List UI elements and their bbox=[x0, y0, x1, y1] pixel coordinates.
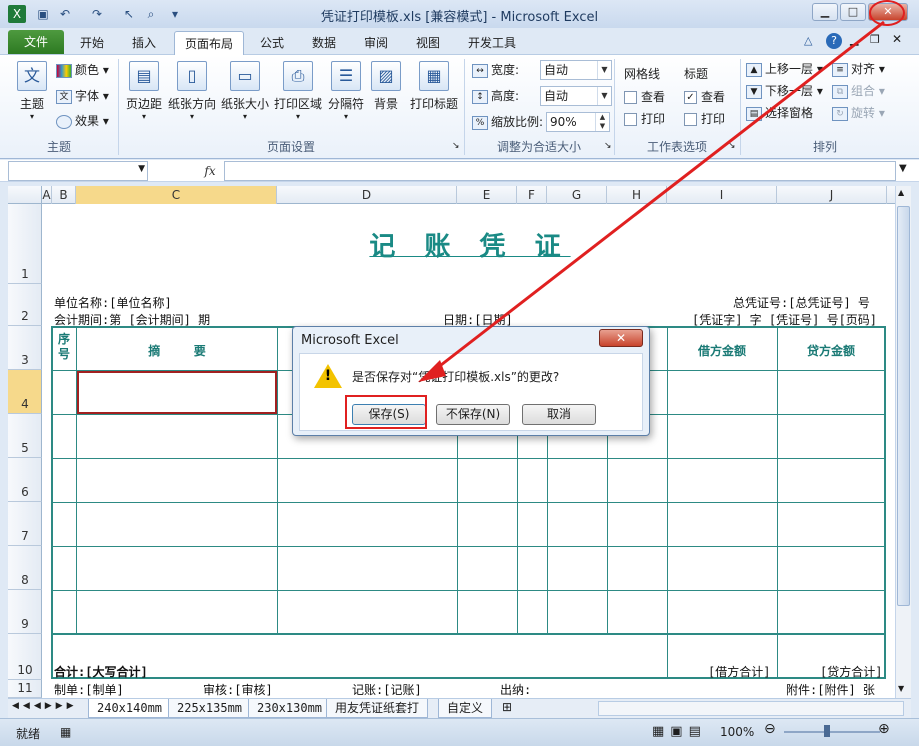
annotation-arrow bbox=[418, 20, 885, 382]
